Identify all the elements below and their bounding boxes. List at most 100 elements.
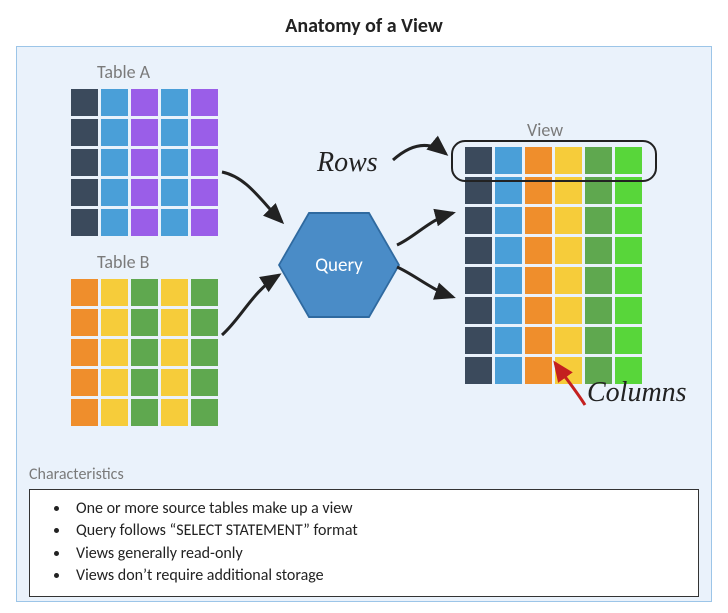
grid-cell — [615, 327, 642, 354]
grid-cell — [131, 119, 158, 146]
table-a-label: Table A — [97, 61, 150, 83]
grid-cell — [585, 297, 612, 324]
grid-cell — [615, 207, 642, 234]
characteristics-box: One or more source tables make up a view… — [29, 489, 699, 597]
grid-cell — [555, 237, 582, 264]
grid-cell — [71, 339, 98, 366]
grid-cell — [191, 369, 218, 396]
grid-cell — [465, 357, 492, 384]
grid-cell — [131, 339, 158, 366]
diagram-canvas: Table A Table B View Query Rows Columns — [16, 46, 712, 602]
grid-cell — [101, 149, 128, 176]
grid-cell — [101, 179, 128, 206]
grid-cell — [191, 119, 218, 146]
grid-cell — [191, 179, 218, 206]
grid-cell — [585, 237, 612, 264]
arrow-table-b-to-query — [217, 267, 297, 347]
grid-cell — [131, 209, 158, 236]
grid-cell — [161, 119, 188, 146]
grid-cell — [525, 327, 552, 354]
grid-cell — [131, 179, 158, 206]
query-hexagon: Query — [280, 214, 398, 316]
grid-cell — [495, 237, 522, 264]
rows-script-label: Rows — [317, 147, 378, 179]
grid-cell — [101, 89, 128, 116]
grid-cell — [161, 89, 188, 116]
arrow-table-a-to-query — [217, 167, 297, 237]
grid-cell — [131, 309, 158, 336]
grid-cell — [131, 89, 158, 116]
characteristic-item: One or more source tables make up a view — [70, 498, 686, 520]
grid-cell — [615, 297, 642, 324]
grid-cell — [525, 267, 552, 294]
query-label: Query — [315, 254, 363, 277]
characteristic-item: Views don’t require additional storage — [70, 565, 686, 587]
grid-cell — [131, 399, 158, 426]
rows-highlight-ring — [451, 140, 657, 182]
diagram-title: Anatomy of a View — [0, 0, 728, 38]
grid-cell — [161, 339, 188, 366]
grid-cell — [71, 209, 98, 236]
grid-cell — [101, 119, 128, 146]
grid-cell — [101, 369, 128, 396]
grid-cell — [525, 297, 552, 324]
arrow-query-to-view-upper — [395, 207, 465, 257]
grid-cell — [71, 149, 98, 176]
grid-cell — [495, 357, 522, 384]
grid-cell — [585, 207, 612, 234]
table-b-grid — [71, 279, 218, 426]
grid-cell — [191, 399, 218, 426]
grid-cell — [525, 207, 552, 234]
grid-cell — [525, 237, 552, 264]
grid-cell — [161, 179, 188, 206]
grid-cell — [101, 309, 128, 336]
grid-cell — [465, 327, 492, 354]
grid-cell — [495, 327, 522, 354]
grid-cell — [101, 209, 128, 236]
grid-cell — [101, 339, 128, 366]
grid-cell — [191, 279, 218, 306]
grid-cell — [555, 297, 582, 324]
grid-cell — [465, 267, 492, 294]
view-label: View — [527, 119, 563, 141]
grid-cell — [495, 267, 522, 294]
grid-cell — [615, 267, 642, 294]
grid-cell — [465, 207, 492, 234]
grid-cell — [585, 267, 612, 294]
grid-cell — [555, 267, 582, 294]
characteristics-heading: Characteristics — [29, 465, 124, 484]
grid-cell — [191, 149, 218, 176]
characteristic-item: Query follows “SELECT STATEMENT” format — [70, 520, 686, 542]
grid-cell — [465, 297, 492, 324]
grid-cell — [465, 237, 492, 264]
table-b-label: Table B — [97, 251, 149, 273]
grid-cell — [191, 309, 218, 336]
grid-cell — [131, 149, 158, 176]
grid-cell — [71, 369, 98, 396]
grid-cell — [161, 369, 188, 396]
grid-cell — [585, 327, 612, 354]
grid-cell — [555, 327, 582, 354]
grid-cell — [191, 339, 218, 366]
grid-cell — [131, 369, 158, 396]
table-a-grid — [71, 89, 218, 236]
grid-cell — [71, 179, 98, 206]
grid-cell — [161, 279, 188, 306]
grid-cell — [71, 309, 98, 336]
grid-cell — [71, 279, 98, 306]
grid-cell — [495, 297, 522, 324]
grid-cell — [161, 149, 188, 176]
grid-cell — [71, 119, 98, 146]
grid-cell — [131, 279, 158, 306]
grid-cell — [191, 209, 218, 236]
grid-cell — [191, 89, 218, 116]
characteristic-item: Views generally read-only — [70, 543, 686, 565]
grid-cell — [101, 399, 128, 426]
grid-cell — [161, 309, 188, 336]
grid-cell — [71, 89, 98, 116]
grid-cell — [161, 209, 188, 236]
grid-cell — [555, 207, 582, 234]
arrow-query-to-view-lower — [395, 257, 465, 307]
view-grid — [465, 147, 642, 384]
arrow-rows-to-ring — [391, 132, 461, 182]
